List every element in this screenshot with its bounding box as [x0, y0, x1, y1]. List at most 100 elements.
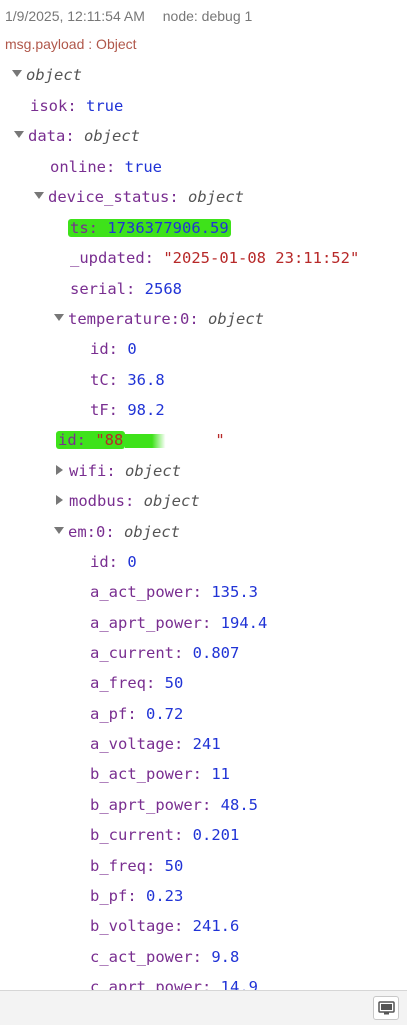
property-value[interactable]: 135.3 [211, 583, 258, 601]
property-key: a_freq [90, 674, 146, 692]
property-value[interactable]: 48.5 [221, 796, 258, 814]
property-type: object [84, 127, 140, 145]
property-key: device_status [48, 188, 170, 206]
monitor-icon [378, 1001, 395, 1015]
tree-row-serial: serial: 2568 [70, 280, 182, 298]
tree-row-data[interactable]: data: object [14, 125, 140, 147]
tree-row-em-field: c_act_power: 9.8 [90, 948, 240, 966]
property-value[interactable]: "2025-01-08 23:11:52" [163, 249, 359, 267]
property-key: b_act_power [90, 765, 193, 783]
property-value[interactable]: 98.2 [127, 401, 164, 419]
property-value[interactable]: 2568 [145, 280, 182, 298]
property-key: b_aprt_power [90, 796, 202, 814]
debug-toolbar [0, 990, 407, 1025]
expand-caret-icon[interactable] [12, 70, 22, 77]
property-value[interactable]: 0.807 [193, 644, 240, 662]
property-key: b_voltage [90, 917, 174, 935]
expand-caret-icon[interactable] [14, 131, 24, 138]
tree-row-em-field: b_act_power: 11 [90, 765, 230, 783]
tree-row-em-field: b_pf: 0.23 [90, 887, 184, 905]
expand-caret-icon[interactable] [54, 314, 64, 321]
message-source-node[interactable]: node: debug 1 [163, 8, 253, 24]
property-value[interactable]: 241.6 [193, 917, 240, 935]
property-key: online [50, 158, 106, 176]
tree-row-ts: ts: 1736377906.59 [68, 217, 231, 239]
redaction-mark [125, 433, 216, 448]
property-key: a_current [90, 644, 174, 662]
property-key: c_aprt_power [90, 978, 202, 990]
property-value[interactable]: 9.8 [211, 948, 239, 966]
tree-row-em-field: a_current: 0.807 [90, 644, 240, 662]
tree-row-em-field: a_freq: 50 [90, 674, 184, 692]
expand-caret-icon[interactable] [54, 527, 64, 534]
property-value[interactable]: 0.72 [146, 705, 183, 723]
tree-row-device-status[interactable]: device_status: object [34, 186, 244, 208]
property-key: serial [70, 280, 126, 298]
property-key: id [90, 553, 109, 571]
property-key: id [58, 431, 77, 449]
tree-row-wifi[interactable]: wifi: object [54, 460, 181, 482]
message-meta: 1/9/2025, 12:11:54 AM node: debug 1 [5, 8, 252, 24]
property-key: b_freq [90, 857, 146, 875]
tree-row-tc: tC: 36.8 [90, 371, 165, 389]
tree-row-em[interactable]: em:0: object [54, 521, 180, 543]
property-value[interactable]: 0 [127, 553, 136, 571]
property-value[interactable]: 241 [193, 735, 221, 753]
property-value[interactable]: 0.23 [146, 887, 183, 905]
tree-row-device-id: id: "88 " [56, 429, 225, 451]
root-type: object [26, 66, 82, 84]
property-key: em:0 [68, 523, 106, 541]
property-type: object [124, 523, 180, 541]
tree-row-em-field: b_voltage: 241.6 [90, 917, 240, 935]
tree-row-em-field: id: 0 [90, 553, 137, 571]
property-value[interactable]: 50 [165, 857, 184, 875]
tree-row-updated: _updated: "2025-01-08 23:11:52" [70, 249, 360, 267]
collapse-caret-icon[interactable] [56, 464, 63, 475]
property-key: modbus [69, 492, 125, 510]
property-key: id [90, 340, 109, 358]
debug-message-panel: 1/9/2025, 12:11:54 AM node: debug 1 msg.… [0, 0, 407, 990]
tree-row-tf: tF: 98.2 [90, 401, 165, 419]
property-value[interactable]: true [125, 158, 162, 176]
collapse-caret-icon[interactable] [56, 494, 63, 505]
tree-row-em-field: a_pf: 0.72 [90, 705, 184, 723]
property-key: b_pf [90, 887, 128, 905]
tree-row-em-field: b_current: 0.201 [90, 826, 240, 844]
property-key: isok [30, 97, 68, 115]
property-key: a_aprt_power [90, 614, 202, 632]
tree-row-isok: isok: true [30, 97, 124, 115]
tree-row-temperature[interactable]: temperature:0: object [54, 308, 264, 330]
tree-row-modbus[interactable]: modbus: object [54, 490, 200, 512]
property-key: c_act_power [90, 948, 193, 966]
tree-row-em-field: a_voltage: 241 [90, 735, 221, 753]
property-key: _updated [70, 249, 145, 267]
property-key: a_act_power [90, 583, 193, 601]
property-key: wifi [69, 462, 107, 480]
tree-row-em-field: b_aprt_power: 48.5 [90, 796, 258, 814]
property-value[interactable]: 36.8 [127, 371, 164, 389]
message-timestamp: 1/9/2025, 12:11:54 AM [5, 8, 145, 24]
highlight-marker: id: "88 [56, 431, 126, 449]
highlight-marker: ts: 1736377906.59 [68, 219, 231, 237]
property-value[interactable]: 194.4 [221, 614, 268, 632]
tree-row-em-field: a_act_power: 135.3 [90, 583, 258, 601]
tree-row-em-field: a_aprt_power: 194.4 [90, 614, 268, 632]
expand-caret-icon[interactable] [34, 192, 44, 199]
property-value-start[interactable]: "88 [95, 431, 123, 449]
property-value[interactable]: 1736377906.59 [107, 219, 228, 237]
tree-row-em-field: b_freq: 50 [90, 857, 184, 875]
property-value-end: " [215, 431, 225, 449]
property-value[interactable]: 50 [165, 674, 184, 692]
property-value[interactable]: 0 [127, 340, 136, 358]
property-type: object [188, 188, 244, 206]
property-value[interactable]: 11 [211, 765, 230, 783]
open-debug-window-button[interactable] [373, 996, 399, 1020]
tree-row-em-field: c_aprt_power: 14.9 [90, 976, 258, 990]
property-key: b_current [90, 826, 174, 844]
property-value[interactable]: true [86, 97, 123, 115]
property-value[interactable]: 14.9 [221, 978, 258, 990]
property-key: tC [90, 371, 109, 389]
property-key: tF [90, 401, 109, 419]
property-value[interactable]: 0.201 [193, 826, 240, 844]
tree-root-row[interactable]: object [12, 64, 82, 86]
